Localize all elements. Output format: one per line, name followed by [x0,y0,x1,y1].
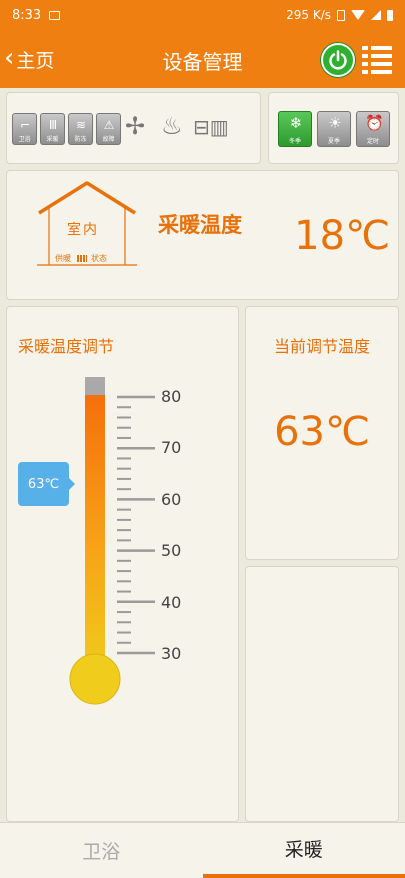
current-panel: 当前调节温度 63℃ [245,306,399,560]
season-label: 夏季 [327,138,340,145]
sun-icon: ☀ [328,114,342,132]
pump-icon: ⊟▥ [193,115,229,139]
season-summer-tile[interactable]: ☀ 夏季 [317,111,351,147]
radiator-mini-icon [77,255,87,262]
network-speed: 295 K/s [286,8,331,22]
tab-heat[interactable]: 采暖 [202,823,405,878]
indoor-temperature: 18℃ [294,213,390,259]
season-panel: ❄ 冬季 ☀ 夏季 ⏰ 定时 [268,92,399,164]
menu-icon-line [371,46,392,50]
device-bath-tile[interactable]: ⌐ 卫浴 [12,113,37,145]
thermometer-bulb [69,653,121,705]
house-status-row: 供暖 状态 [55,253,107,264]
menu-icon-line [371,54,392,58]
scale-label: 40 [161,593,182,612]
thermometer-fill [85,395,105,677]
menu-icon-line [371,70,392,74]
adjust-panel: 采暖温度调节 63℃ 80 70 60 50 40 30 [6,306,239,822]
scale-label: 70 [161,438,182,457]
device-label: 故障 [102,136,115,143]
season-label: 冬季 [288,138,301,145]
device-label: 防冻 [74,136,87,143]
status-label: 状态 [91,254,107,263]
house-label: 室内 [67,222,99,238]
device-panel: ⌐ 卫浴 Ⅲ 采暖 ≋ 防冻 ⚠ 故障 ✢ ♨ ⊟▥ [6,92,261,164]
menu-icon-dot [362,62,368,66]
snowflake-icon: ❄ [289,114,303,132]
empty-panel [245,566,399,822]
current-title: 当前调节温度 [273,337,370,356]
status-time: 8:33 [12,7,42,23]
menu-icon-line [371,62,392,66]
power-icon [329,50,347,70]
menu-button[interactable] [362,44,392,74]
radiator-icon: Ⅲ [48,118,58,132]
wifi-icon [351,10,365,20]
device-label: 采暖 [46,136,59,143]
antifreeze-icon: ≋ [75,118,87,132]
season-winter-tile[interactable]: ❄ 冬季 [278,111,312,147]
thermometer-ticks [117,395,155,655]
status-bar: 8:33 295 K/s [0,0,405,30]
scale-label: 30 [161,644,182,663]
indoor-title: 采暖温度 [158,213,242,237]
vibrate-icon [337,9,345,21]
menu-icon [362,46,368,50]
season-label: 定时 [366,138,379,145]
thermometer[interactable] [7,307,240,823]
shower-icon: ⌐ [19,118,31,132]
bottom-tab-bar: 卫浴 采暖 [0,822,405,878]
image-notification-icon [49,10,61,20]
season-timer-tile[interactable]: ⏰ 定时 [356,111,390,147]
scale-label: 60 [161,490,182,509]
status-right: 295 K/s [286,8,393,22]
device-antifreeze-tile[interactable]: ≋ 防冻 [68,113,93,145]
scale-label: 50 [161,541,182,560]
scale-label: 80 [161,387,182,406]
supply-label: 供暖 [55,254,71,263]
menu-icon-dot [362,70,368,74]
power-button[interactable] [321,43,355,77]
device-heat-tile[interactable]: Ⅲ 采暖 [40,113,65,145]
device-label: 卫浴 [18,136,31,143]
app-bar: ‹ 主页 设备管理 [0,30,405,88]
menu-icon-dot [362,54,368,58]
indoor-panel: 室内 供暖 状态 采暖温度 18℃ [6,170,399,300]
current-temperature: 63℃ [274,409,370,455]
flame-icon: ♨ [161,112,183,140]
warning-icon: ⚠ [103,118,115,132]
fan-icon: ✢ [125,112,146,140]
signal-icon [371,10,381,20]
clock-icon: ⏰ [365,114,384,132]
device-fault-tile[interactable]: ⚠ 故障 [96,113,121,145]
temperature-slider-tag[interactable]: 63℃ [18,462,75,506]
tab-bath[interactable]: 卫浴 [0,823,203,878]
battery-icon [387,9,393,21]
